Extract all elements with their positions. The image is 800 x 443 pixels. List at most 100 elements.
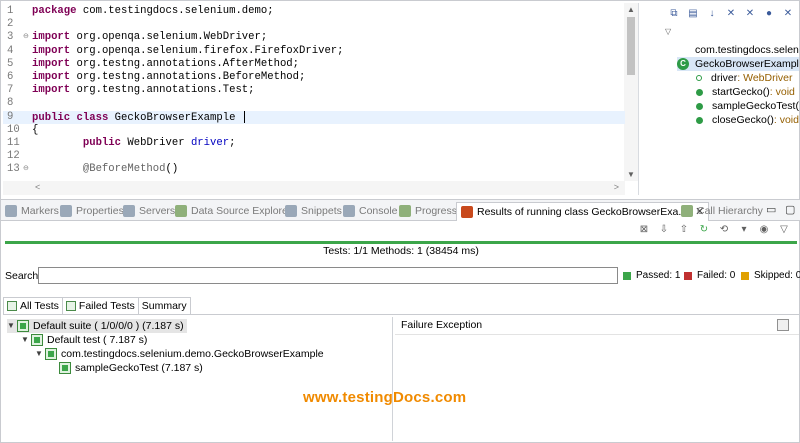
fold-icon[interactable]: ⊖ [23, 163, 29, 176]
tree-node[interactable]: sampleGeckoTest (7.187 s) [49, 361, 203, 375]
failed-icon [684, 271, 692, 280]
code-line[interactable]: 11 public WebDriver driver; [3, 137, 625, 150]
code-line[interactable]: 3 ⊖ import org.openqa.selenium.WebDriver; [3, 31, 625, 44]
search-input[interactable] [38, 267, 618, 284]
tab-summary[interactable]: Summary [137, 297, 191, 314]
code-line[interactable]: 8 [3, 97, 625, 110]
code-token: com.testingdocs.selenium.demo; [76, 5, 274, 17]
tab-properties[interactable]: Properties [60, 203, 124, 219]
tree-node[interactable]: ▼ com.testingdocs.selenium.demo.GeckoBrow… [35, 347, 324, 361]
test-summary: Tests: 1/1 Methods: 1 (38454 ms) [323, 245, 479, 257]
chevron-down-icon[interactable]: ▽ [777, 223, 791, 237]
tab-servers[interactable]: Servers [123, 203, 175, 219]
test-pass-icon [31, 334, 43, 346]
line-number: 4 [7, 44, 14, 57]
tab-failed-tests[interactable]: Failed Tests [61, 297, 139, 314]
next-failure-icon[interactable]: ⇩ [657, 223, 671, 237]
editor-scroll-thumb[interactable] [627, 17, 635, 75]
code-line[interactable]: 7 import org.testng.annotations.Test; [3, 84, 625, 97]
code-token: org.testng.annotations.AfterMethod; [70, 57, 300, 70]
code-line[interactable]: 2 [3, 18, 625, 31]
outline-item-label: com.testingdocs.seleniu [695, 44, 799, 56]
tab-snippets[interactable]: Snippets [285, 203, 342, 219]
hide-local-types-icon[interactable]: ✕ [781, 7, 795, 21]
tab-results-of-running-class-geckobrowserexa[interactable]: Results of running class GeckoBrowserExa… [456, 202, 710, 221]
outline-expand-icon[interactable]: ▽ [665, 27, 671, 36]
code-token: class [76, 111, 109, 124]
view-menu-icon[interactable]: ▾ [737, 223, 751, 237]
tab-progress[interactable]: Progress [399, 203, 457, 219]
scroll-down-icon[interactable]: ▼ [624, 170, 638, 179]
outline-item-label: GeckoBrowserExample [695, 58, 799, 70]
outline-item-method[interactable]: sampleGeckoTest() [693, 99, 799, 113]
tab-call-hierarchy[interactable]: Call Hierarchy [681, 203, 763, 219]
view-tab-label: Servers [139, 205, 176, 217]
tree-node[interactable]: ▼ Default suite ( 1/0/0/0 ) (7.187 s) [7, 319, 187, 333]
java-editor[interactable]: ▲ ▼ < > 1 package com.testingdocs.seleniu… [3, 3, 639, 195]
code-line[interactable]: 5 import org.testng.annotations.AfterMeth… [3, 58, 625, 71]
tab-data-source-explorer[interactable]: Data Source Explorer [175, 203, 291, 219]
maximize-icon[interactable]: ▢ [785, 203, 795, 216]
filter-stacktrace-icon[interactable] [777, 319, 789, 331]
rerun-icon[interactable]: ↻ [697, 223, 711, 237]
code-line[interactable]: 9 public class GeckoBrowserExample [3, 110, 625, 124]
code-text: public WebDriver driver; [32, 137, 236, 150]
testng-toolbar: ⊠ ⇩ ⇧ ↻ ⟲ ▾ ◉ ▽ [637, 223, 791, 239]
expand-arrow-icon[interactable]: ▼ [21, 333, 31, 347]
history-icon[interactable]: ◉ [757, 223, 771, 237]
hide-static-icon[interactable]: ✕ [743, 7, 757, 21]
sort-az-icon[interactable]: ↓ [705, 7, 719, 21]
code-line[interactable]: 6 import org.testng.annotations.BeforeMet… [3, 71, 625, 84]
code-token: () [165, 163, 179, 176]
sort-icon[interactable]: ⧉ [667, 7, 681, 21]
failed-tests-icon [65, 301, 76, 311]
scroll-up-icon[interactable]: ▲ [624, 5, 638, 14]
tab-console[interactable]: Console [343, 203, 398, 219]
outline-item-field[interactable]: driver : WebDriver [693, 71, 793, 85]
code-line[interactable]: 10 { [3, 124, 625, 137]
editor-horizontal-scrollbar[interactable]: < > [3, 181, 625, 195]
code-token: import [32, 31, 71, 44]
line-number: 11 [7, 137, 20, 149]
code-text: import org.testng.annotations.AfterMetho… [32, 58, 299, 71]
expand-arrow-icon[interactable]: ▼ [35, 347, 45, 361]
code-line[interactable]: 1 package com.testingdocs.selenium.demo; [3, 5, 625, 18]
scroll-right-icon[interactable]: > [614, 182, 619, 192]
previous-failure-icon[interactable]: ⇧ [677, 223, 691, 237]
code-token: @BeforeMethod [82, 163, 166, 176]
tab-all-tests[interactable]: All Tests [3, 297, 63, 314]
test-pass-icon [17, 320, 29, 332]
rerun-failed-icon[interactable]: ⟲ [717, 223, 731, 237]
code-line[interactable]: 13 ⊖ @BeforeMethod() [3, 163, 625, 176]
code-token: org.testng.annotations.Test; [70, 84, 255, 97]
editor-vertical-scrollbar[interactable]: ▲ ▼ [624, 3, 638, 181]
code-text: package com.testingdocs.selenium.demo; [32, 5, 274, 18]
code-token: public [82, 137, 122, 149]
outline-item-class[interactable]: C GeckoBrowserExample [677, 57, 799, 71]
minimize-icon[interactable]: ▭ [766, 203, 776, 216]
tree-node[interactable]: ▼ Default test ( 7.187 s) [21, 333, 147, 347]
hide-nonpublic-icon[interactable]: ● [762, 7, 776, 21]
collapse-all-icon[interactable]: ▤ [686, 7, 700, 21]
outline-view: ⧉ ▤ ↓ ✕ ✕ ● ✕ ▽ com.testingdocs.seleniu C GeckoB… [655, 3, 799, 195]
view-tab-icon [60, 205, 72, 217]
code-text: @BeforeMethod() [32, 163, 178, 176]
scroll-left-icon[interactable]: < [35, 182, 40, 192]
clear-results-icon[interactable]: ⊠ [637, 223, 651, 237]
expand-arrow-icon[interactable]: ▼ [7, 319, 17, 333]
code-line[interactable]: 4 import org.openqa.selenium.firefox.Fire… [3, 45, 625, 58]
outline-item-type: : WebDriver [737, 72, 793, 84]
code-token: org.testng.annotations.BeforeMethod; [70, 71, 306, 83]
method-icon [696, 102, 703, 110]
outline-item-method[interactable]: closeGecko() : void [693, 113, 799, 127]
outline-item-method[interactable]: startGecko() : void [693, 85, 795, 99]
code-token: package [32, 5, 77, 17]
tree-node-label: Default test ( 7.187 s) [47, 334, 148, 346]
tab-markers[interactable]: Markers [5, 203, 59, 219]
outline-item-package[interactable]: com.testingdocs.seleniu [677, 43, 799, 57]
hide-fields-icon[interactable]: ✕ [724, 7, 738, 21]
fold-icon[interactable]: ⊖ [23, 31, 29, 44]
code-line[interactable]: 12 [3, 150, 625, 163]
code-token: import [32, 44, 71, 57]
